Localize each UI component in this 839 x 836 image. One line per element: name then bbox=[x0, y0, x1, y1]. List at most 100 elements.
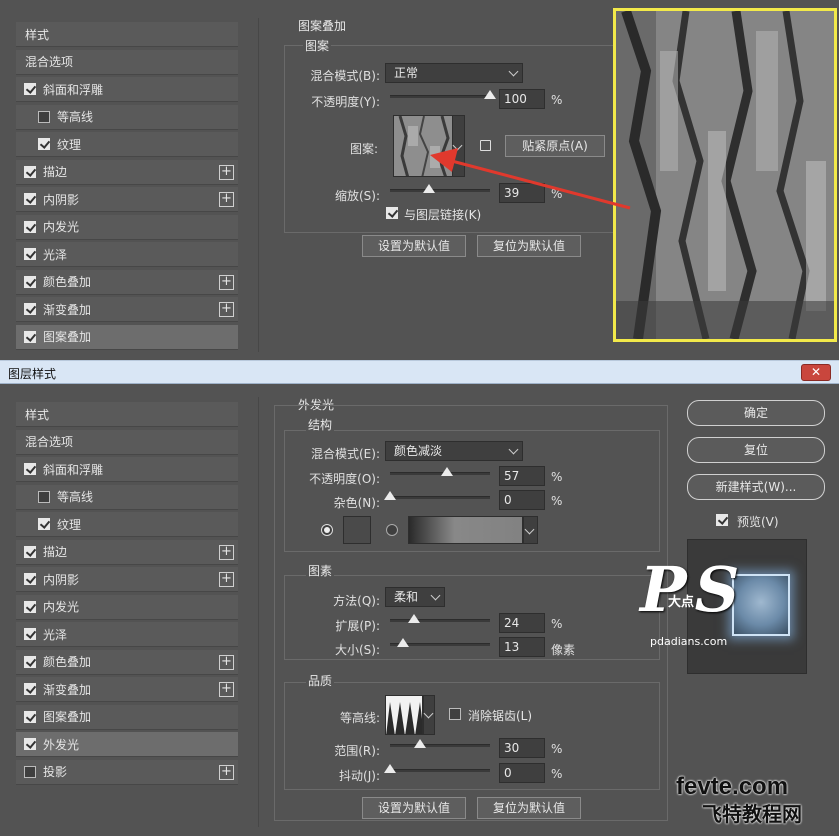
size-input[interactable]: 13 bbox=[499, 637, 545, 657]
dialog-style-item[interactable]: 纹理 bbox=[16, 512, 238, 537]
method-select[interactable]: 柔和 bbox=[385, 587, 445, 607]
noise-input[interactable]: 0 bbox=[499, 490, 545, 510]
noise-thumb[interactable] bbox=[384, 491, 396, 500]
jitter-input[interactable]: 0 bbox=[499, 763, 545, 783]
dialog-style-checkbox[interactable] bbox=[24, 710, 36, 723]
dialog-style-item[interactable]: 混合选项 bbox=[16, 429, 238, 455]
spread-thumb[interactable] bbox=[408, 614, 420, 623]
dialog-style-checkbox[interactable] bbox=[24, 600, 36, 613]
top-style-checkbox[interactable] bbox=[24, 220, 36, 233]
jitter-slider[interactable] bbox=[384, 764, 490, 773]
top-style-item[interactable]: 等高线 bbox=[16, 104, 238, 130]
dialog-style-checkbox[interactable] bbox=[24, 738, 36, 750]
dialog-style-checkbox[interactable] bbox=[24, 628, 36, 640]
dialog-style-item[interactable]: 图案叠加 bbox=[16, 704, 238, 730]
dialog-style-checkbox[interactable] bbox=[24, 463, 36, 475]
dialog-style-checkbox[interactable] bbox=[24, 545, 36, 558]
new-style-button[interactable]: 新建样式(W)... bbox=[687, 474, 825, 500]
top-style-item[interactable]: 图案叠加 bbox=[16, 324, 238, 350]
anti-alias-checkbox[interactable] bbox=[449, 708, 461, 720]
dialog-reset-default-button[interactable]: 复位为默认值 bbox=[477, 797, 581, 819]
plus-icon[interactable]: + bbox=[219, 164, 234, 180]
dialog-style-item[interactable]: 光泽 bbox=[16, 622, 238, 647]
top-opacity-slider[interactable] bbox=[390, 90, 496, 99]
dialog-style-item[interactable]: 等高线 bbox=[16, 484, 238, 510]
glow-opacity-thumb[interactable] bbox=[441, 467, 453, 476]
top-style-item[interactable]: 颜色叠加 + bbox=[16, 269, 238, 295]
link-with-layer-checkbox[interactable] bbox=[386, 207, 398, 219]
dialog-style-item[interactable]: 内阴影 + bbox=[16, 567, 238, 592]
dialog-style-checkbox[interactable] bbox=[38, 518, 50, 530]
top-style-item[interactable]: 纹理 bbox=[16, 132, 238, 157]
dialog-style-checkbox[interactable] bbox=[24, 765, 36, 778]
top-style-item[interactable]: 样式 bbox=[16, 22, 238, 47]
range-input[interactable]: 30 bbox=[499, 738, 545, 758]
size-slider[interactable] bbox=[390, 638, 490, 647]
chevron-down-icon bbox=[508, 444, 519, 455]
gradient-radio[interactable] bbox=[386, 524, 398, 536]
dialog-make-default-button[interactable]: 设置为默认值 bbox=[362, 797, 466, 819]
contour-swatch[interactable] bbox=[385, 695, 423, 735]
top-style-checkbox[interactable] bbox=[24, 83, 36, 95]
dialog-style-item[interactable]: 颜色叠加 + bbox=[16, 649, 238, 675]
solid-color-radio[interactable] bbox=[321, 524, 333, 536]
dialog-style-checkbox[interactable] bbox=[24, 683, 36, 695]
dialog-style-item[interactable]: 样式 bbox=[16, 402, 238, 427]
top-style-item[interactable]: 内阴影 + bbox=[16, 187, 238, 212]
range-thumb[interactable] bbox=[414, 739, 426, 748]
top-style-item[interactable]: 斜面和浮雕 bbox=[16, 77, 238, 102]
top-style-item[interactable]: 混合选项 bbox=[16, 49, 238, 75]
cancel-button[interactable]: 复位 bbox=[687, 437, 825, 463]
dialog-style-checkbox[interactable] bbox=[38, 490, 50, 503]
plus-icon[interactable]: + bbox=[219, 682, 234, 697]
glow-opacity-input[interactable]: 57 bbox=[499, 466, 545, 486]
top-opacity-thumb[interactable] bbox=[484, 90, 496, 99]
gradient-dropdown[interactable] bbox=[523, 516, 538, 544]
top-reset-default-button[interactable]: 复位为默认值 bbox=[477, 235, 581, 257]
top-blend-select[interactable]: 正常 bbox=[385, 63, 523, 83]
top-style-item[interactable]: 内发光 bbox=[16, 214, 238, 240]
glow-gradient-swatch[interactable] bbox=[408, 516, 523, 544]
plus-icon[interactable]: + bbox=[219, 192, 234, 207]
spread-input[interactable]: 24 bbox=[499, 613, 545, 633]
top-style-checkbox[interactable] bbox=[38, 110, 50, 123]
top-style-checkbox[interactable] bbox=[24, 248, 36, 260]
spread-slider[interactable] bbox=[390, 614, 490, 623]
plus-icon[interactable]: + bbox=[219, 764, 234, 780]
dialog-style-checkbox[interactable] bbox=[24, 573, 36, 585]
top-style-item[interactable]: 描边 + bbox=[16, 159, 238, 185]
top-style-checkbox[interactable] bbox=[24, 330, 36, 343]
size-thumb[interactable] bbox=[397, 638, 409, 647]
plus-icon[interactable]: + bbox=[219, 274, 234, 290]
dialog-style-item[interactable]: 描边 + bbox=[16, 539, 238, 565]
plus-icon[interactable]: + bbox=[219, 654, 234, 670]
dialog-style-item[interactable]: 外发光 bbox=[16, 732, 238, 757]
glow-color-swatch[interactable] bbox=[343, 516, 371, 544]
top-style-item[interactable]: 渐变叠加 + bbox=[16, 297, 238, 322]
glow-opacity-slider[interactable] bbox=[390, 467, 490, 476]
top-style-checkbox[interactable] bbox=[24, 193, 36, 205]
dialog-style-item[interactable]: 内发光 bbox=[16, 594, 238, 620]
top-style-checkbox[interactable] bbox=[24, 165, 36, 178]
top-style-checkbox[interactable] bbox=[24, 303, 36, 315]
dialog-style-item[interactable]: 投影 + bbox=[16, 759, 238, 785]
range-slider[interactable] bbox=[390, 739, 490, 748]
close-button[interactable]: ✕ bbox=[801, 364, 831, 381]
top-make-default-button[interactable]: 设置为默认值 bbox=[362, 235, 466, 257]
noise-slider[interactable] bbox=[384, 491, 490, 500]
top-opacity-input[interactable]: 100 bbox=[499, 89, 545, 109]
preview-checkbox[interactable] bbox=[716, 514, 728, 526]
top-style-checkbox[interactable] bbox=[24, 275, 36, 288]
dialog-style-item[interactable]: 渐变叠加 + bbox=[16, 677, 238, 702]
plus-icon[interactable]: + bbox=[219, 544, 234, 560]
jitter-thumb[interactable] bbox=[384, 764, 396, 773]
dialog-style-item[interactable]: 斜面和浮雕 bbox=[16, 457, 238, 482]
top-style-item[interactable]: 光泽 bbox=[16, 242, 238, 267]
plus-icon[interactable]: + bbox=[219, 302, 234, 317]
plus-icon[interactable]: + bbox=[219, 572, 234, 587]
dialog-style-checkbox[interactable] bbox=[24, 655, 36, 668]
top-style-checkbox[interactable] bbox=[38, 138, 50, 150]
contour-dropdown[interactable] bbox=[423, 695, 435, 735]
ok-button[interactable]: 确定 bbox=[687, 400, 825, 426]
glow-blend-select[interactable]: 颜色减淡 bbox=[385, 441, 523, 461]
